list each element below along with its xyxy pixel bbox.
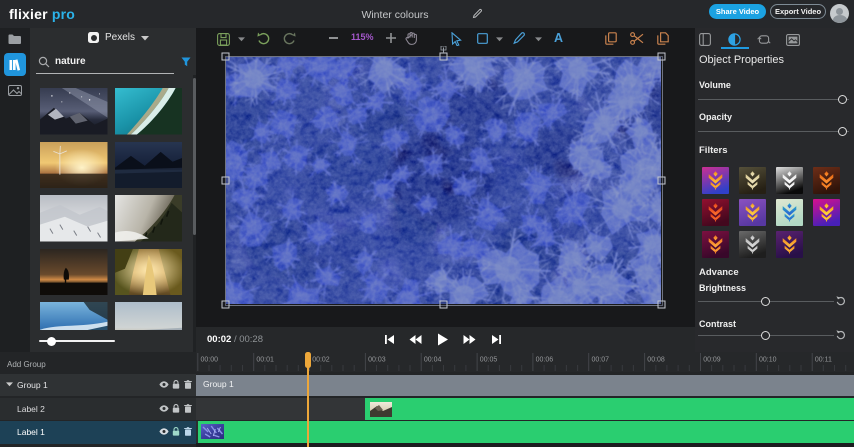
svg-text:00:04: 00:04 (424, 357, 442, 364)
svg-text:00:06: 00:06 (536, 357, 554, 364)
svg-text:00:11: 00:11 (815, 357, 832, 364)
svg-text:00:00: 00:00 (201, 357, 219, 364)
svg-text:00:05: 00:05 (480, 357, 498, 364)
svg-text:00:03: 00:03 (368, 357, 386, 364)
svg-text:00:08: 00:08 (647, 357, 665, 364)
svg-text:00:07: 00:07 (592, 357, 610, 364)
svg-text:00:02: 00:02 (312, 357, 330, 364)
svg-text:00:09: 00:09 (703, 357, 721, 364)
svg-text:00:01: 00:01 (256, 357, 274, 364)
svg-text:00:10: 00:10 (759, 357, 777, 364)
